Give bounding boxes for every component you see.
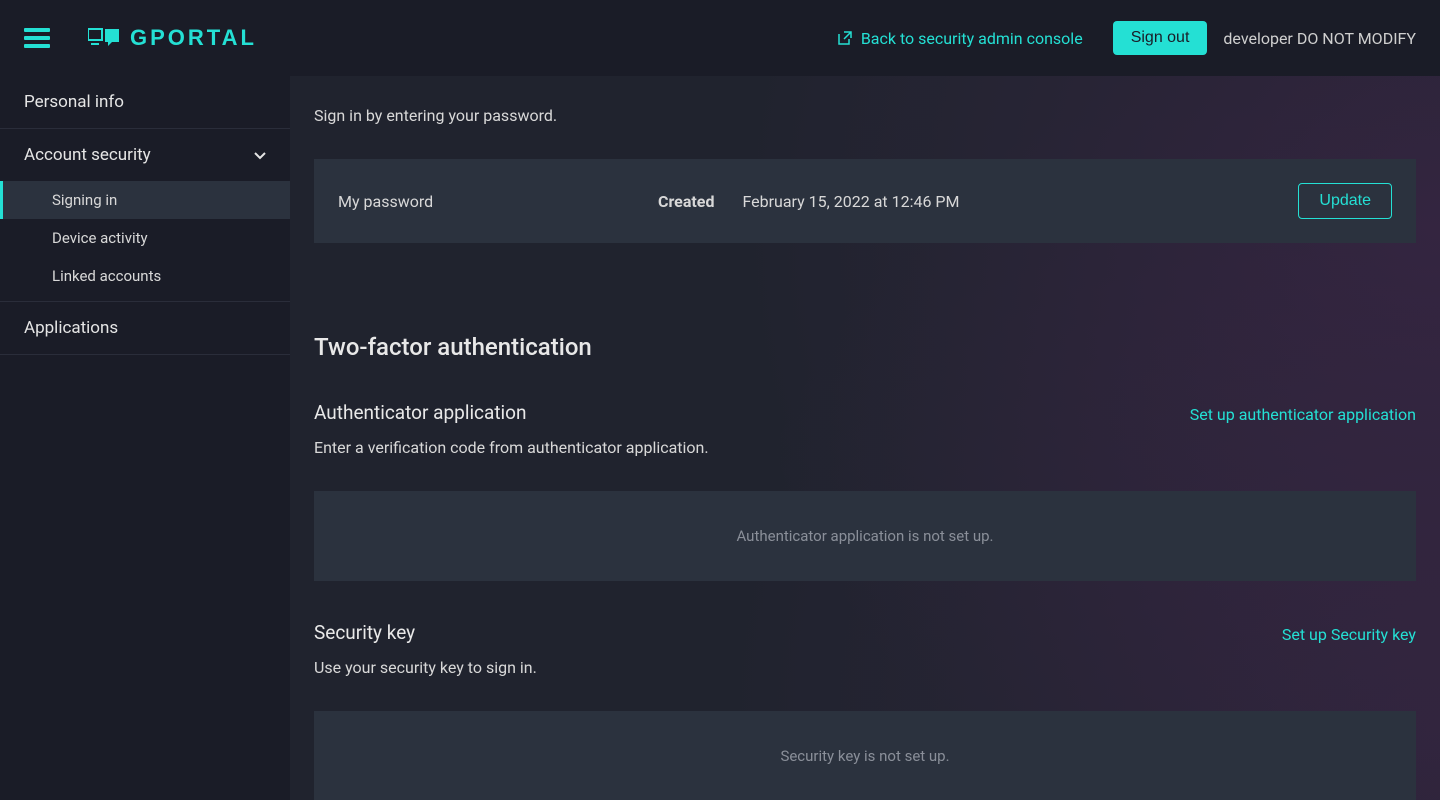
tfa-section-title: Two-factor authentication bbox=[314, 333, 1416, 361]
sidebar-item-device-activity[interactable]: Device activity bbox=[0, 219, 290, 257]
logo[interactable]: GPORTAL bbox=[88, 25, 257, 51]
logo-icon bbox=[88, 26, 120, 50]
update-password-button[interactable]: Update bbox=[1298, 183, 1392, 219]
sign-out-button[interactable]: Sign out bbox=[1113, 21, 1208, 55]
sidebar: Personal info Account security Signing i… bbox=[0, 76, 290, 800]
sidebar-item-personal-info[interactable]: Personal info bbox=[0, 76, 290, 129]
sidebar-item-signing-in[interactable]: Signing in bbox=[0, 181, 290, 219]
authenticator-empty-state: Authenticator application is not set up. bbox=[314, 491, 1416, 581]
back-to-console-label: Back to security admin console bbox=[861, 29, 1083, 48]
security-key-desc: Use your security key to sign in. bbox=[314, 658, 1416, 677]
password-created-date: February 15, 2022 at 12:46 PM bbox=[742, 192, 959, 211]
sidebar-item-label: Applications bbox=[24, 318, 118, 338]
setup-security-key-link[interactable]: Set up Security key bbox=[1282, 625, 1416, 644]
sidebar-group-account-security-children: Signing in Device activity Linked accoun… bbox=[0, 181, 290, 302]
password-section-desc: Sign in by entering your password. bbox=[314, 76, 1416, 125]
main-content: Sign in by entering your password. My pa… bbox=[290, 76, 1440, 800]
current-user-label: developer DO NOT MODIFY bbox=[1223, 29, 1416, 48]
sidebar-item-applications[interactable]: Applications bbox=[0, 302, 290, 355]
sidebar-item-account-security[interactable]: Account security bbox=[0, 129, 290, 181]
authenticator-empty-text: Authenticator application is not set up. bbox=[736, 527, 993, 545]
sidebar-item-label: Linked accounts bbox=[52, 267, 161, 285]
chevron-down-icon bbox=[254, 145, 266, 165]
password-created-label: Created bbox=[658, 192, 714, 211]
logo-text: GPORTAL bbox=[130, 25, 257, 51]
authenticator-desc: Enter a verification code from authentic… bbox=[314, 438, 1416, 457]
sidebar-item-label: Device activity bbox=[52, 229, 148, 247]
security-key-section: Security key Set up Security key Use you… bbox=[314, 621, 1416, 800]
sidebar-item-label: Personal info bbox=[24, 92, 124, 112]
security-key-empty-text: Security key is not set up. bbox=[780, 747, 949, 765]
security-key-empty-state: Security key is not set up. bbox=[314, 711, 1416, 800]
password-card: My password Created February 15, 2022 at… bbox=[314, 159, 1416, 243]
sidebar-item-label: Account security bbox=[24, 145, 151, 165]
security-key-title: Security key bbox=[314, 621, 415, 644]
authenticator-title: Authenticator application bbox=[314, 401, 527, 424]
sidebar-item-label: Signing in bbox=[52, 191, 117, 209]
back-to-console-link[interactable]: Back to security admin console bbox=[837, 29, 1083, 48]
menu-toggle-button[interactable] bbox=[24, 28, 50, 48]
external-link-icon bbox=[837, 30, 853, 46]
password-label: My password bbox=[338, 192, 658, 211]
setup-authenticator-link[interactable]: Set up authenticator application bbox=[1190, 405, 1416, 424]
header: GPORTAL Back to security admin console S… bbox=[0, 0, 1440, 76]
sidebar-item-linked-accounts[interactable]: Linked accounts bbox=[0, 257, 290, 295]
authenticator-section: Authenticator application Set up authent… bbox=[314, 401, 1416, 581]
